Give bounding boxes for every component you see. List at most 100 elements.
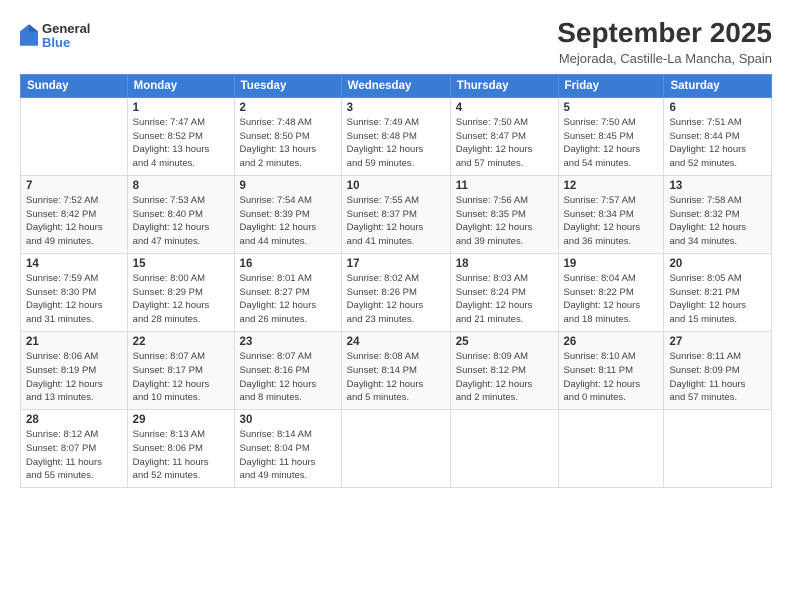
day-info: Sunrise: 7:49 AM Sunset: 8:48 PM Dayligh…: [347, 116, 445, 171]
day-info: Sunrise: 8:13 AM Sunset: 8:06 PM Dayligh…: [133, 428, 229, 483]
calendar-cell: 16 Sunrise: 8:01 AM Sunset: 8:27 PM Dayli…: [234, 253, 341, 331]
calendar-cell: 26Sunrise: 8:10 AM Sunset: 8:11 PM Dayli…: [558, 331, 664, 409]
day-number: 14: [26, 258, 122, 270]
calendar-cell: 20 Sunrise: 8:05 AM Sunset: 8:21 PM Dayli…: [664, 253, 772, 331]
day-info: Sunrise: 7:54 AM Sunset: 8:39 PM Dayligh…: [240, 194, 336, 249]
day-number: 17: [347, 258, 445, 270]
calendar-cell: [558, 410, 664, 488]
day-info: Sunrise: 8:01 AM Sunset: 8:27 PM Dayligh…: [240, 272, 336, 327]
calendar-cell: 9 Sunrise: 7:54 AM Sunset: 8:39 PM Daylig…: [234, 175, 341, 253]
day-number: 9: [240, 180, 336, 192]
day-number: 10: [347, 180, 445, 192]
page-subtitle: Mejorada, Castille-La Mancha, Spain: [557, 51, 772, 66]
day-info: Sunrise: 7:47 AM Sunset: 8:52 PM Dayligh…: [133, 116, 229, 171]
calendar-cell: [664, 410, 772, 488]
calendar-cell: 30Sunrise: 8:14 AM Sunset: 8:04 PM Dayli…: [234, 410, 341, 488]
day-number: 7: [26, 180, 122, 192]
calendar-cell: 25 Sunrise: 8:09 AM Sunset: 8:12 PM Dayli…: [450, 331, 558, 409]
calendar-cell: 1 Sunrise: 7:47 AM Sunset: 8:52 PM Daylig…: [127, 97, 234, 175]
day-info: Sunrise: 8:08 AM Sunset: 8:14 PM Dayligh…: [347, 350, 445, 405]
day-number: 22: [133, 336, 229, 348]
day-number: 23: [240, 336, 336, 348]
page-title: September 2025: [557, 18, 772, 49]
calendar-cell: 15Sunrise: 8:00 AM Sunset: 8:29 PM Dayli…: [127, 253, 234, 331]
day-number: 27: [669, 336, 766, 348]
day-number: 6: [669, 102, 766, 114]
calendar-cell: 29 Sunrise: 8:13 AM Sunset: 8:06 PM Dayli…: [127, 410, 234, 488]
day-number: 19: [564, 258, 659, 270]
day-info: Sunrise: 8:02 AM Sunset: 8:26 PM Dayligh…: [347, 272, 445, 327]
day-info: Sunrise: 7:57 AM Sunset: 8:34 PM Dayligh…: [564, 194, 659, 249]
day-info: Sunrise: 7:52 AM Sunset: 8:42 PM Dayligh…: [26, 194, 122, 249]
day-info: Sunrise: 7:55 AM Sunset: 8:37 PM Dayligh…: [347, 194, 445, 249]
logo-general: General: [42, 22, 90, 36]
day-number: 25: [456, 336, 553, 348]
day-info: Sunrise: 8:03 AM Sunset: 8:24 PM Dayligh…: [456, 272, 553, 327]
week-row-1: 7 Sunrise: 7:52 AM Sunset: 8:42 PM Daylig…: [21, 175, 772, 253]
day-number: 11: [456, 180, 553, 192]
day-info: Sunrise: 8:14 AM Sunset: 8:04 PM Dayligh…: [240, 428, 336, 483]
calendar-cell: 24Sunrise: 8:08 AM Sunset: 8:14 PM Dayli…: [341, 331, 450, 409]
header-saturday: Saturday: [664, 74, 772, 97]
day-info: Sunrise: 8:07 AM Sunset: 8:16 PM Dayligh…: [240, 350, 336, 405]
calendar-cell: 5 Sunrise: 7:50 AM Sunset: 8:45 PM Daylig…: [558, 97, 664, 175]
calendar-table: Sunday Monday Tuesday Wednesday Thursday…: [20, 74, 772, 488]
day-number: 12: [564, 180, 659, 192]
day-info: Sunrise: 7:50 AM Sunset: 8:45 PM Dayligh…: [564, 116, 659, 171]
calendar-cell: 19 Sunrise: 8:04 AM Sunset: 8:22 PM Dayli…: [558, 253, 664, 331]
day-number: 28: [26, 414, 122, 426]
day-info: Sunrise: 8:12 AM Sunset: 8:07 PM Dayligh…: [26, 428, 122, 483]
calendar-cell: 10 Sunrise: 7:55 AM Sunset: 8:37 PM Dayli…: [341, 175, 450, 253]
week-row-3: 21Sunrise: 8:06 AM Sunset: 8:19 PM Dayli…: [21, 331, 772, 409]
calendar-cell: [450, 410, 558, 488]
calendar-cell: 14Sunrise: 7:59 AM Sunset: 8:30 PM Dayli…: [21, 253, 128, 331]
week-row-0: 1 Sunrise: 7:47 AM Sunset: 8:52 PM Daylig…: [21, 97, 772, 175]
calendar-cell: 18 Sunrise: 8:03 AM Sunset: 8:24 PM Dayli…: [450, 253, 558, 331]
calendar-cell: 7 Sunrise: 7:52 AM Sunset: 8:42 PM Daylig…: [21, 175, 128, 253]
logo-icon: [20, 24, 38, 46]
calendar-cell: 3 Sunrise: 7:49 AM Sunset: 8:48 PM Daylig…: [341, 97, 450, 175]
calendar-cell: 2Sunrise: 7:48 AM Sunset: 8:50 PM Daylig…: [234, 97, 341, 175]
calendar-cell: 17 Sunrise: 8:02 AM Sunset: 8:26 PM Dayli…: [341, 253, 450, 331]
calendar-cell: [21, 97, 128, 175]
day-number: 18: [456, 258, 553, 270]
calendar-cell: 23 Sunrise: 8:07 AM Sunset: 8:16 PM Dayli…: [234, 331, 341, 409]
logo-blue: Blue: [42, 36, 90, 50]
day-number: 16: [240, 258, 336, 270]
day-info: Sunrise: 8:10 AM Sunset: 8:11 PM Dayligh…: [564, 350, 659, 405]
day-info: Sunrise: 8:00 AM Sunset: 8:29 PM Dayligh…: [133, 272, 229, 327]
calendar-cell: 13 Sunrise: 7:58 AM Sunset: 8:32 PM Dayli…: [664, 175, 772, 253]
calendar-cell: 21Sunrise: 8:06 AM Sunset: 8:19 PM Dayli…: [21, 331, 128, 409]
day-info: Sunrise: 8:09 AM Sunset: 8:12 PM Dayligh…: [456, 350, 553, 405]
logo-text: General Blue: [42, 22, 90, 51]
page: General Blue September 2025 Mejorada, Ca…: [0, 0, 792, 612]
day-number: 13: [669, 180, 766, 192]
day-info: Sunrise: 8:04 AM Sunset: 8:22 PM Dayligh…: [564, 272, 659, 327]
day-number: 2: [240, 102, 336, 114]
day-info: Sunrise: 8:05 AM Sunset: 8:21 PM Dayligh…: [669, 272, 766, 327]
day-info: Sunrise: 7:56 AM Sunset: 8:35 PM Dayligh…: [456, 194, 553, 249]
week-row-4: 28 Sunrise: 8:12 AM Sunset: 8:07 PM Dayli…: [21, 410, 772, 488]
header-tuesday: Tuesday: [234, 74, 341, 97]
logo: General Blue: [20, 22, 90, 51]
calendar-cell: 6 Sunrise: 7:51 AM Sunset: 8:44 PM Daylig…: [664, 97, 772, 175]
header-wednesday: Wednesday: [341, 74, 450, 97]
day-number: 20: [669, 258, 766, 270]
calendar-cell: [341, 410, 450, 488]
day-number: 29: [133, 414, 229, 426]
header-thursday: Thursday: [450, 74, 558, 97]
calendar-cell: 8Sunrise: 7:53 AM Sunset: 8:40 PM Daylig…: [127, 175, 234, 253]
day-number: 5: [564, 102, 659, 114]
title-block: September 2025 Mejorada, Castille-La Man…: [557, 18, 772, 66]
day-number: 3: [347, 102, 445, 114]
day-info: Sunrise: 7:58 AM Sunset: 8:32 PM Dayligh…: [669, 194, 766, 249]
day-number: 8: [133, 180, 229, 192]
header-friday: Friday: [558, 74, 664, 97]
calendar-cell: 27Sunrise: 8:11 AM Sunset: 8:09 PM Dayli…: [664, 331, 772, 409]
calendar-header-row: Sunday Monday Tuesday Wednesday Thursday…: [21, 74, 772, 97]
calendar-cell: 12 Sunrise: 7:57 AM Sunset: 8:34 PM Dayli…: [558, 175, 664, 253]
day-info: Sunrise: 7:51 AM Sunset: 8:44 PM Dayligh…: [669, 116, 766, 171]
day-number: 1: [133, 102, 229, 114]
day-info: Sunrise: 8:07 AM Sunset: 8:17 PM Dayligh…: [133, 350, 229, 405]
header-sunday: Sunday: [21, 74, 128, 97]
